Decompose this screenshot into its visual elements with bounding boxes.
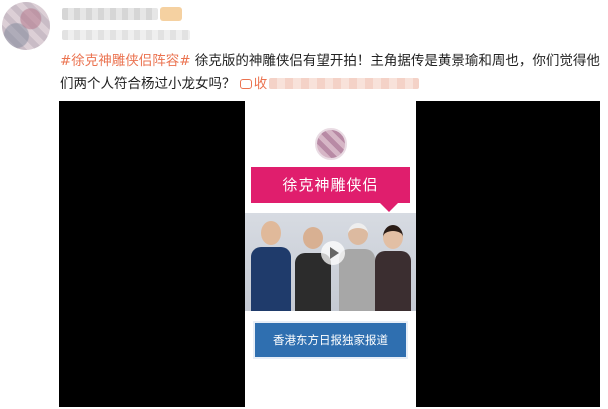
- video-title-banner: 徐克神雕侠侣: [251, 167, 410, 212]
- hashtag-link[interactable]: #徐克神雕侠侣阵容#: [60, 53, 191, 69]
- link-icon: [239, 79, 252, 89]
- user-avatar[interactable]: [2, 2, 50, 50]
- post-meta-blurred: [62, 30, 190, 40]
- web-link[interactable]: 收: [239, 76, 420, 92]
- web-link-label[interactable]: 收: [254, 76, 268, 92]
- username-blurred[interactable]: [62, 8, 158, 20]
- video-frame[interactable]: 徐克神雕侠侣 香港东方日报独家报道: [245, 101, 416, 407]
- person-figure: [373, 213, 413, 311]
- person-figure: [337, 213, 377, 311]
- channel-logo: [315, 128, 347, 160]
- web-link-blurred[interactable]: [269, 78, 420, 89]
- video-source-banner: 香港东方日报独家报道: [253, 321, 408, 359]
- play-icon[interactable]: [321, 241, 345, 265]
- person-figure: [251, 213, 291, 311]
- post-text: #徐克神雕侠侣阵容# 徐克版的神雕侠侣有望开拍！主角据传是黄景瑜和周也，你们觉得…: [60, 50, 605, 96]
- user-badge-blurred: [160, 7, 182, 21]
